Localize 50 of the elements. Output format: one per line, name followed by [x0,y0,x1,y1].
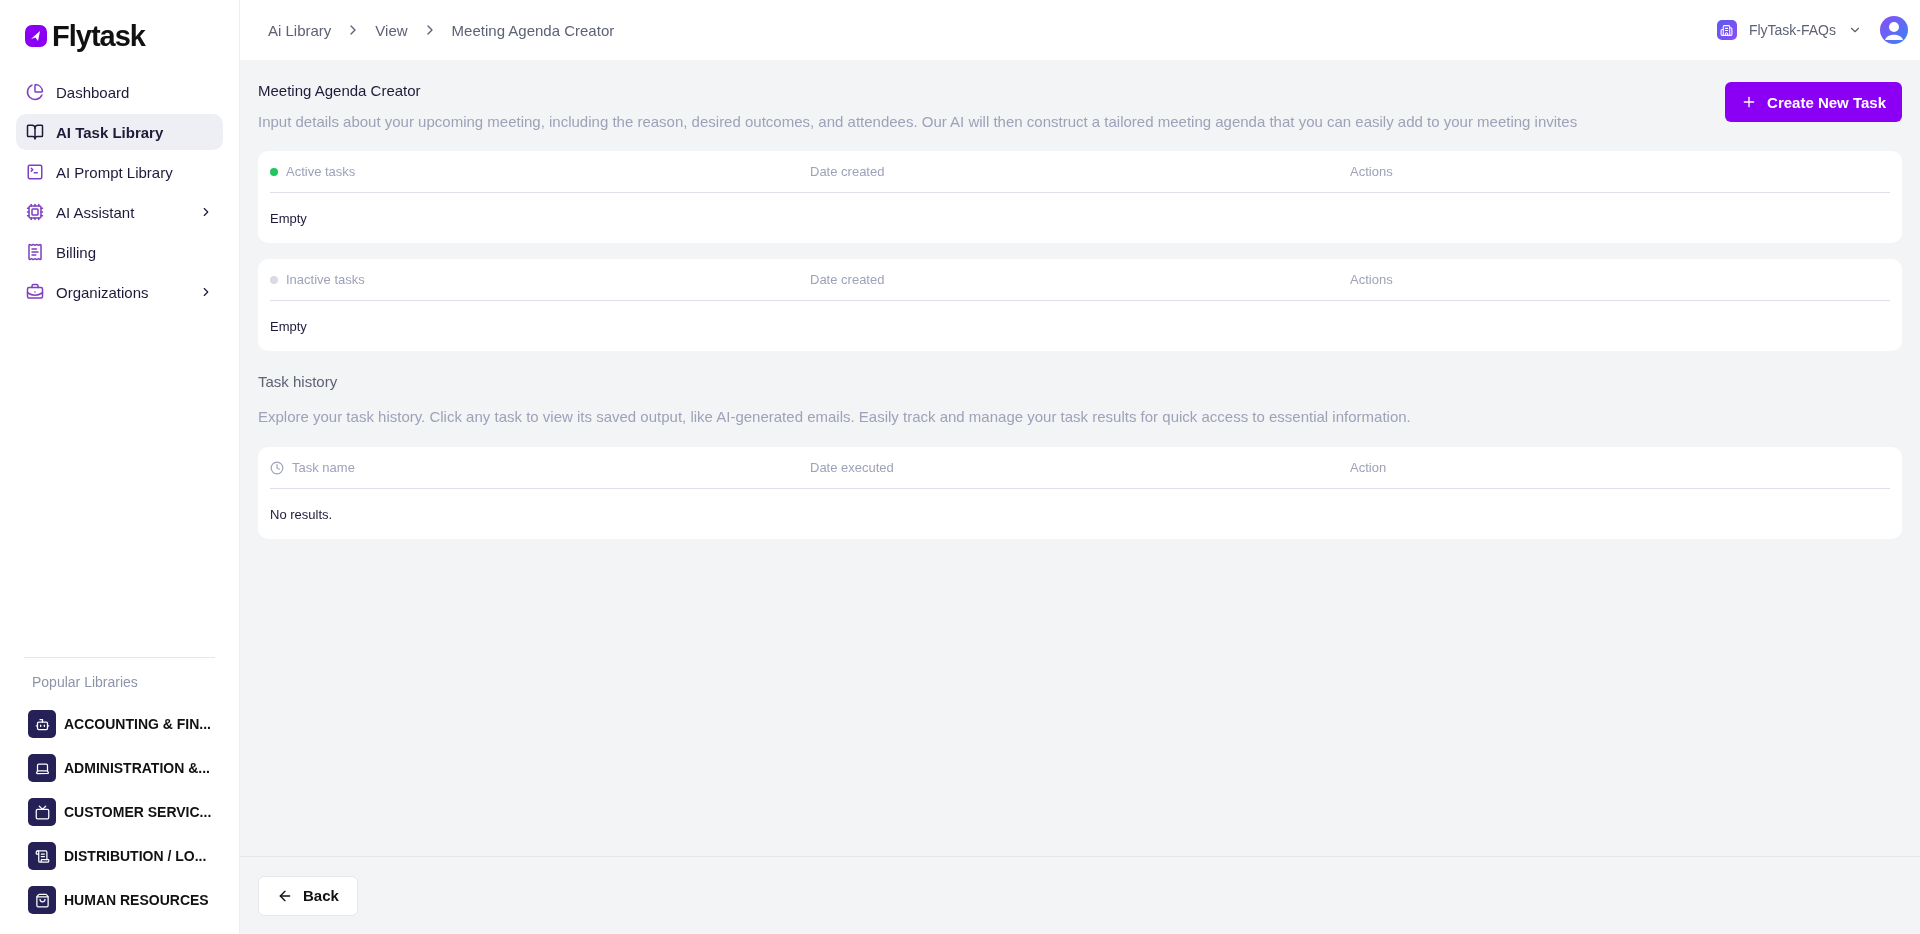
logo-text: Flytask [52,19,145,53]
laptop-icon [28,754,56,782]
section-title: Task history [258,373,339,390]
building-icon [1716,20,1737,40]
library-item[interactable]: HUMAN RESOURCES [16,878,223,922]
chip-icon [26,203,44,221]
library-item[interactable]: ADMINISTRATION &... [16,746,223,790]
clock-icon [270,460,284,475]
library-item[interactable]: DISTRIBUTION / LO... [16,834,223,878]
column-header: Active tasks [286,164,356,179]
section-description: Explore your task history. Click any task to view its saved output, like AI-generated emails. Easily track and manage your task results for quick access to essential information. [258,408,1412,425]
workspace-selector[interactable]: FlyTask-FAQs [1716,20,1862,40]
column-header: Action [1350,460,1387,475]
library-item[interactable]: CUSTOMER SERVIC... [16,790,223,834]
column-header: Date executed [810,460,894,475]
avatar-icon[interactable] [1880,16,1908,44]
column-header: Actions [1350,272,1393,287]
page-description: Input details about your upcoming meeting, including the reason, desired outcomes, and attendees. Our AI will then construct a tailored meeting agenda that you can easily add to your meeting invites [258,113,1579,131]
robot-icon [28,710,56,738]
logo-icon [24,24,48,48]
column-header: Task name [292,460,355,475]
section-title: Popular Libraries [31,674,139,690]
document-icon [28,842,56,870]
empty-message: No results. [270,506,333,522]
breadcrumb-link[interactable]: View [375,21,408,39]
empty-message: Empty [270,210,307,226]
column-header: Date created [810,164,885,179]
breadcrumb-link[interactable]: Ai Library [268,21,332,39]
briefcase-icon [26,283,44,301]
sidebar-item[interactable]: Dashboard [16,74,223,110]
back-button[interactable]: Back [258,875,358,916]
sidebar-item[interactable]: AI Prompt Library [16,154,223,190]
breadcrumb-link[interactable]: Meeting Agenda Creator [451,21,615,39]
sidebar-item[interactable]: AI Task Library [16,114,223,150]
column-header: Date created [810,272,885,287]
book-icon [26,123,44,141]
empty-message: Empty [270,318,307,334]
bag-icon [28,886,56,914]
terminal-icon [26,163,44,181]
sidebar-item[interactable]: Organizations [16,274,223,310]
pie-chart-icon [26,83,44,101]
sidebar-item[interactable]: AI Assistant [16,194,223,230]
column-header: Actions [1350,164,1393,179]
tv-icon [28,798,56,826]
library-item[interactable]: ACCOUNTING & FIN... [16,702,223,746]
sidebar-item[interactable]: Billing [16,234,223,270]
column-header: Inactive tasks [286,272,365,287]
page-title: Meeting Agenda Creator [258,82,422,99]
receipt-icon [26,243,44,261]
create-task-button[interactable]: Create New Task [1725,82,1902,122]
